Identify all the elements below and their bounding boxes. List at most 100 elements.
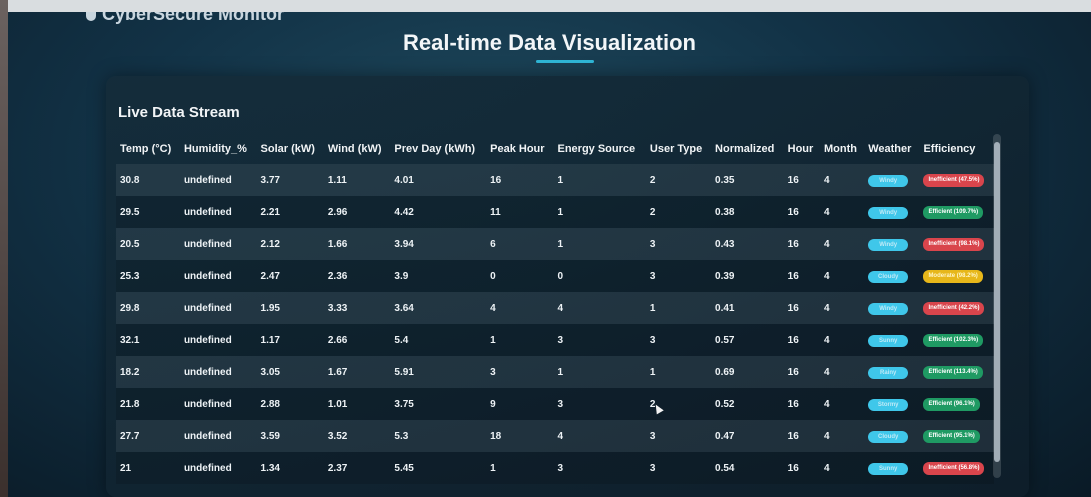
- cell-user-type: 1: [649, 366, 656, 378]
- cell-energy-source: 1: [557, 206, 564, 218]
- cell-user-type: 3: [649, 334, 656, 346]
- cell-month: 4: [823, 398, 830, 410]
- cell-efficiency: Efficient (113.4%): [919, 356, 994, 388]
- cell-energy-source: 4: [557, 430, 564, 442]
- cell-user-type: 2: [649, 174, 656, 186]
- col-header-efficiency: Efficiency: [923, 143, 976, 155]
- cell-energy-source: 3: [557, 462, 564, 474]
- table-row: 29.5 undefined 2.21 2.96 4.42 11 1 2 0.38 16 4 Wind…: [116, 196, 994, 228]
- cell-temp: 21.8: [120, 398, 140, 410]
- title-underline: [536, 60, 594, 63]
- cell-wind: 2.96: [327, 206, 348, 218]
- cell-weather: Windy: [864, 196, 919, 228]
- cell-peak-hour: 1: [490, 334, 496, 346]
- cell-energy-source: 3: [557, 398, 564, 410]
- cell-energy-source: 1: [557, 174, 564, 186]
- cell-normalized: 0.41: [715, 302, 735, 314]
- cell-energy-source: 0: [557, 270, 564, 282]
- table-row: 20.5 undefined 2.12 1.66 3.94 6 1 3 0.43 16 4 Windy…: [116, 228, 994, 260]
- cell-hour: 16: [787, 366, 799, 378]
- shield-icon: [86, 12, 96, 22]
- cell-temp: 20.5: [120, 238, 140, 250]
- cell-prev-day: 4.01: [394, 174, 414, 186]
- cell-prev-day: 3.94: [394, 238, 414, 250]
- cell-prev-day: 3.75: [394, 398, 414, 410]
- col-header-normalized: Normalized: [715, 143, 775, 155]
- efficiency-badge: Efficient (109.7%): [923, 206, 984, 219]
- col-header-temp: Temp (°C): [120, 143, 172, 155]
- weather-badge: Windy: [868, 302, 909, 315]
- cell-peak-hour: 11: [490, 206, 501, 218]
- cell-user-type: 2: [649, 206, 656, 218]
- cell-user-type: 3: [649, 430, 656, 442]
- panel-title: Live Data Stream: [118, 104, 240, 121]
- cell-temp: 25.3: [120, 270, 140, 282]
- cell-energy-source: 4: [557, 302, 564, 314]
- cell-energy-source: 1: [557, 366, 564, 378]
- cell-wind: 1.67: [327, 366, 348, 378]
- cell-hour: 16: [787, 398, 799, 410]
- weather-badge: Windy: [868, 174, 909, 187]
- cell-weather: Rainy: [864, 356, 919, 388]
- cell-month: 4: [823, 206, 830, 218]
- cell-efficiency: Inefficient (98.1%): [919, 228, 994, 260]
- cell-normalized: 0.39: [715, 270, 735, 282]
- cell-prev-day: 5.4: [394, 334, 409, 346]
- cell-prev-day: 5.91: [394, 366, 414, 378]
- cell-peak-hour: 6: [490, 238, 496, 250]
- efficiency-badge: Efficient (102.3%): [923, 334, 984, 347]
- weather-badge: Sunny: [868, 334, 909, 347]
- cell-efficiency: Inefficient (42.2%): [919, 292, 994, 324]
- cell-prev-day: 5.3: [394, 430, 409, 442]
- table-scrollbar[interactable]: [993, 134, 1001, 478]
- weather-badge: Cloudy: [868, 430, 909, 443]
- cell-prev-day: 5.45: [394, 462, 414, 474]
- cell-weather: Sunny: [864, 452, 919, 484]
- efficiency-badge: Efficient (95.1%): [923, 430, 980, 443]
- app-brand[interactable]: CyberSecure Monitor: [86, 12, 284, 25]
- table-row: 21.8 undefined 2.88 1.01 3.75 9 3 2 0.52 16 4 Storm…: [116, 388, 994, 420]
- weather-badge: Windy: [868, 238, 909, 251]
- cell-hour: 16: [787, 462, 799, 474]
- cell-solar: 3.59: [260, 430, 280, 442]
- cell-hour: 16: [787, 302, 799, 314]
- cell-normalized: 0.43: [715, 238, 735, 250]
- cell-user-type: 1: [649, 302, 656, 314]
- scrollbar-thumb[interactable]: [994, 142, 1000, 462]
- table-row: 29.8 undefined 1.95 3.33 3.64 4 4 1 0.41 16 4 Windy…: [116, 292, 994, 324]
- cell-weather: Windy: [864, 292, 919, 324]
- weather-badge: Rainy: [868, 366, 909, 379]
- cell-user-type: 3: [649, 238, 656, 250]
- cell-efficiency: Efficient (109.7%): [919, 196, 994, 228]
- cell-normalized: 0.69: [715, 366, 735, 378]
- cell-month: 4: [823, 366, 830, 378]
- table-row: 21 undefined 1.34 2.37 5.45 1 3 3 0.54 16 4 Sunny In…: [116, 452, 994, 484]
- cell-wind: 1.01: [327, 398, 348, 410]
- cell-prev-day: 3.9: [394, 270, 409, 282]
- cell-peak-hour: 1: [490, 462, 496, 474]
- cell-solar: 3.77: [260, 174, 280, 186]
- cell-weather: Windy: [864, 164, 919, 196]
- page-title: Real-time Data Visualization: [402, 30, 696, 55]
- cell-normalized: 0.35: [715, 174, 735, 186]
- cell-hour: 16: [787, 334, 799, 346]
- monitor-bezel-top: [0, 0, 1091, 12]
- cell-solar: 2.21: [260, 206, 280, 218]
- weather-badge: Sunny: [868, 462, 909, 475]
- efficiency-badge: Efficient (96.1%): [923, 398, 980, 411]
- cell-peak-hour: 16: [490, 174, 502, 186]
- cell-efficiency: Inefficient (56.8%): [919, 452, 994, 484]
- cell-user-type: 3: [649, 462, 656, 474]
- cell-solar: 2.12: [260, 238, 280, 250]
- cell-humidity: undefined: [183, 366, 232, 378]
- brand-label: CyberSecure Monitor: [102, 12, 285, 24]
- cell-humidity: undefined: [183, 270, 232, 282]
- cell-normalized: 0.52: [715, 398, 735, 410]
- cell-humidity: undefined: [183, 462, 232, 474]
- cell-weather: Sunny: [864, 324, 919, 356]
- cell-wind: 3.52: [327, 430, 348, 442]
- cell-temp: 27.7: [120, 430, 140, 442]
- cell-solar: 1.95: [260, 302, 280, 314]
- cell-humidity: undefined: [183, 430, 232, 442]
- col-header-month: Month: [823, 143, 857, 155]
